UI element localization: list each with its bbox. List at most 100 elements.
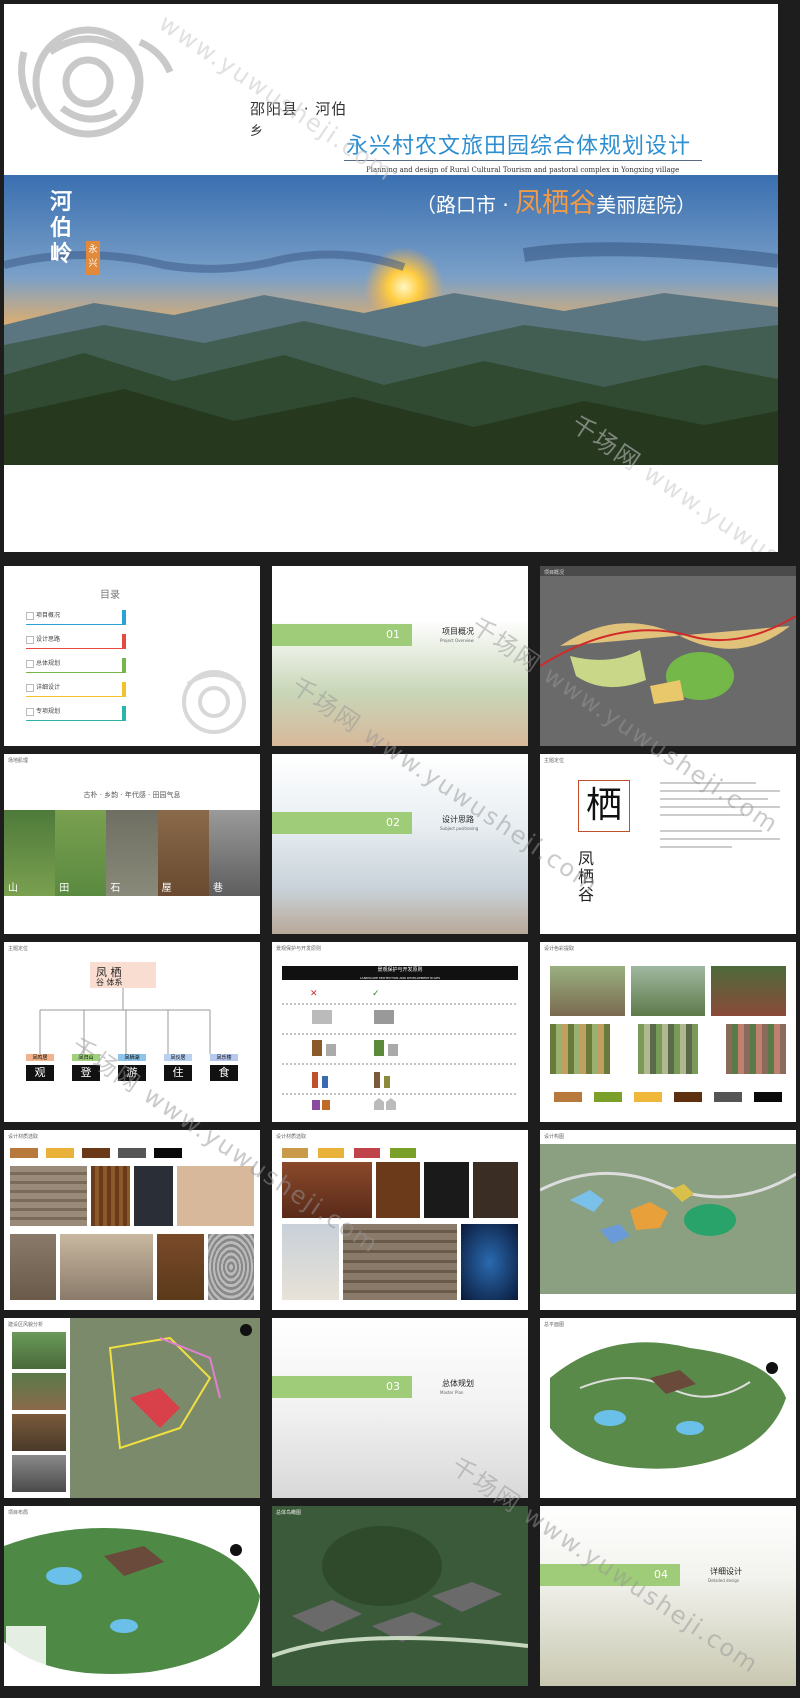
color-swatch [390,1148,416,1158]
toc-bullet-icon [26,612,34,620]
toc-underline [26,648,122,649]
slide-tag: 设计构图 [544,1134,565,1140]
slide-tag: 设计材质选取 [276,1134,307,1140]
rules-header: 景观保护与开发原则 LANDSCAPE PROTECTION AND DEVELO… [282,966,518,980]
toc-color-tab [122,658,126,673]
material-row [10,1166,254,1226]
aerial-site-map [540,576,796,746]
svg-text:✕: ✕ [310,989,318,999]
house-photo: 屋 [157,810,209,896]
section-number: 01 [386,628,400,641]
analysis-photo [12,1373,66,1410]
metal-sample [134,1166,173,1226]
stone-wall-sample [10,1166,88,1226]
cover-slide: 邵阳县 · 河伯 乡 永兴村农文旅田园综合体规划设计 Planning and … [4,4,778,552]
slide-master-plan[interactable]: 总平面图 [540,1318,796,1498]
slide-toc[interactable]: 目录 项目概况 设计思路 总体规划 详细设计 专项规划 [4,566,260,746]
signboard-photo [375,1162,421,1218]
slide-aerial-view[interactable]: 总体鸟瞰图 [272,1506,528,1686]
toc-item[interactable]: 设计思路 [26,634,130,658]
toc-underline [26,696,122,697]
color-swatch [118,1148,146,1158]
slide-section-02[interactable]: 02 设计思路 Subject positioning [272,754,528,934]
slide-tag: 项目布局 [8,1510,29,1516]
slide-site-analysis[interactable]: 建设区风貌分析 [4,1318,260,1498]
pixel-swatches [550,1024,786,1074]
toc-color-tab [122,682,126,697]
color-swatch [354,1148,380,1158]
slide-tag: 总平面图 [544,1322,565,1328]
slide-site-overview[interactable]: 项目概况 [540,566,796,746]
branch-tag: 凤鸣居 [26,1054,54,1061]
photo-label: 田 [59,883,70,894]
section-bar: 03 [272,1376,412,1398]
slide-tag: 设计色彩提取 [544,946,575,952]
toc-item[interactable]: 详细设计 [26,682,130,706]
slide-tag: 景观保护与开发原则 [276,946,322,952]
branch-char: 观 [26,1065,54,1081]
rules-header-sub: LANDSCAPE PROTECTION AND DEVELOPMENT RUL… [359,976,441,980]
toc-item[interactable]: 专项规划 [26,706,130,730]
system-branch[interactable]: 凤乐楼食 [210,1054,238,1081]
slide-project-layout[interactable]: 项目布局 [4,1506,260,1686]
color-swatch [82,1148,110,1158]
svg-text:✓: ✓ [372,989,380,999]
rules-header-title: 景观保护与开发原则 [377,967,423,973]
context-heading: 古朴 · 乡韵 · 年代感 · 田园气息 [83,791,181,799]
section-bar: 01 [272,624,412,646]
slide-tag: 建设区风貌分析 [8,1322,44,1328]
signboard-photo [424,1162,470,1218]
signboard-photo [473,1162,518,1218]
system-branch[interactable]: 凤仪居住 [164,1054,192,1081]
red-seal: 永兴 [86,241,100,275]
section-bar: 02 [272,812,412,834]
slide-section-01[interactable]: 01 项目概况 Project Overview [272,566,528,746]
field-photo: 田 [55,810,107,896]
aerial-render [272,1506,528,1686]
system-branch[interactable]: 凤鸣居观 [26,1054,54,1081]
stone-photo: 石 [106,810,158,896]
village-photo [630,966,706,1016]
photo-label: 巷 [212,883,223,894]
toc-bullet-icon [26,684,34,692]
section-title: 详细设计 [710,1567,742,1576]
context-photo-strip: 山 田 石 屋 巷 [4,810,260,896]
analysis-photo-column [12,1332,66,1492]
toc-underline [26,720,122,721]
material-photo-row [282,1224,518,1300]
title-rule [344,160,702,161]
toc-list: 项目概况 设计思路 总体规划 详细设计 专项规划 [26,610,130,730]
color-swatch [674,1092,702,1102]
slide-site-context[interactable]: 场地肌理 古朴 · 乡韵 · 年代感 · 田园气息 山 田 石 屋 巷 [4,754,260,934]
toc-item-label: 项目概况 [36,612,61,619]
toc-underline [26,672,122,673]
color-swatch [10,1148,38,1158]
caption-highlight: 凤栖谷 [515,188,597,219]
material-swatches [282,1148,416,1158]
slide-theme-positioning[interactable]: 主题定位 栖 凤栖谷 [540,754,796,934]
color-swatch [318,1148,344,1158]
hero-caption: （路口市 · 凤栖谷美丽庭院） [416,181,696,220]
toc-color-tab [122,634,126,649]
section-title-en: Subject positioning [440,826,479,831]
cover-title: 永兴村农文旅田园综合体规划设计 [346,134,692,159]
slide-design-layout[interactable]: 设计构图 [540,1130,796,1310]
branch-tag: 凤乐楼 [210,1054,238,1061]
material-photo [60,1234,154,1300]
toc-item[interactable]: 项目概况 [26,610,130,634]
toc-item-label: 总体规划 [36,660,61,667]
slide-color-palette[interactable]: 设计色彩提取 [540,942,796,1122]
slide-tag: 项目概况 [544,570,565,576]
village-photo [711,966,787,1016]
layout-map [540,1144,796,1294]
slide-landscape-rules[interactable]: 景观保护与开发原则 景观保护与开发原则 LANDSCAPE PROTECTION … [272,942,528,1122]
material-photo-row [10,1234,255,1300]
toc-color-tab [122,706,126,721]
color-swatch [754,1092,782,1102]
toc-item[interactable]: 总体规划 [26,658,130,682]
county-label-tail: 乡 [250,124,264,139]
palette-swatches [554,1092,782,1102]
branch-char: 食 [210,1065,238,1081]
theme-character: 栖 [578,780,630,832]
branch-tag: 凤仪居 [164,1054,192,1061]
